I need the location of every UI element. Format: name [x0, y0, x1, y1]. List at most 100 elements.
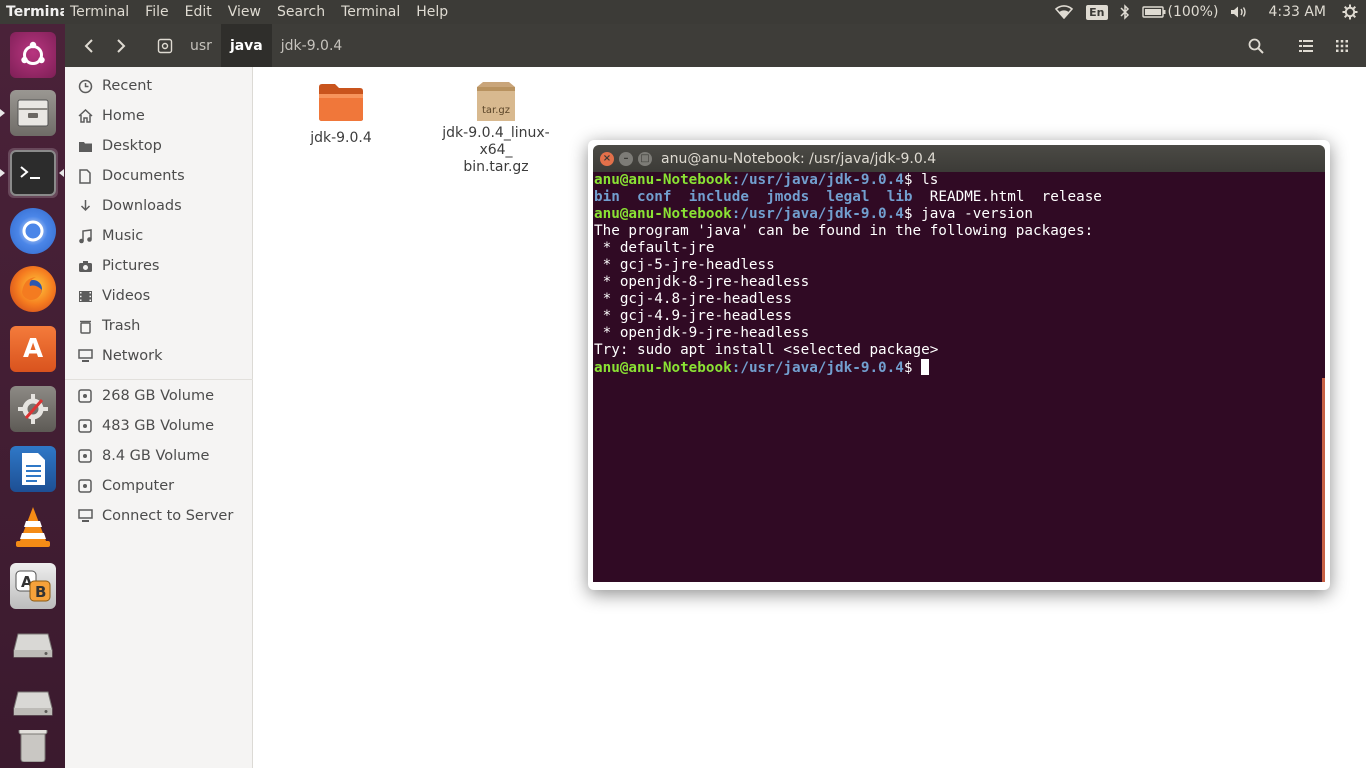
sidebar-item-label: 8.4 GB Volume [102, 448, 210, 464]
language-support-icon[interactable]: AB [8, 561, 58, 611]
prompt-sign: $ [903, 206, 922, 222]
minimize-icon: – [623, 152, 629, 164]
camera-icon [77, 258, 93, 274]
menu-search[interactable]: Search [269, 4, 333, 20]
sidebar-item-label: Connect to Server [102, 508, 234, 524]
sidebar-item-videos[interactable]: Videos [65, 281, 253, 311]
document-icon [77, 168, 93, 184]
terminal-titlebar[interactable]: × – □ anu@anu-Notebook: /usr/java/jdk-9.… [593, 145, 1325, 172]
sidebar-item-music[interactable]: Music [65, 221, 253, 251]
drive-icon[interactable] [8, 620, 58, 670]
gear-icon[interactable] [1336, 4, 1366, 20]
drive-icon [77, 478, 93, 494]
places-sidebar: Recent Home Desktop Documents Downloads … [65, 67, 253, 768]
system-settings-icon[interactable] [8, 384, 58, 434]
command-text: java -version [921, 206, 1034, 222]
prompt-sign: $ [903, 360, 922, 376]
search-button[interactable] [1238, 24, 1274, 67]
back-button[interactable] [73, 30, 105, 62]
sidebar-item-recent[interactable]: Recent [65, 71, 253, 101]
vlc-icon[interactable] [8, 502, 58, 552]
file-item-archive[interactable]: tar.gz jdk-9.0.4_linux-x64_ bin.tar.gz [426, 81, 566, 176]
film-icon [77, 288, 93, 304]
indicator-area: En (100%) 4:33 AM [1048, 0, 1366, 24]
terminal-output[interactable]: anu@anu-Notebook:/usr/java/jdk-9.0.4$ ls… [593, 172, 1325, 582]
prompt-sign: $ [903, 172, 922, 188]
sidebar-item-computer[interactable]: Computer [65, 471, 253, 501]
sidebar-item-8gb-volume[interactable]: 8.4 GB Volume [65, 441, 253, 471]
sidebar-item-label: Home [102, 108, 145, 124]
running-indicator [0, 109, 5, 117]
file-name: jdk-9.0.4 [310, 130, 372, 146]
trash-icon[interactable] [8, 730, 58, 768]
minimize-button[interactable]: – [619, 151, 633, 166]
grid-view-button[interactable] [1324, 24, 1360, 67]
libreoffice-writer-icon[interactable] [8, 444, 58, 494]
keyboard-language-indicator[interactable]: En [1080, 4, 1113, 20]
sidebar-item-483gb-volume[interactable]: 483 GB Volume [65, 411, 253, 441]
menu-view[interactable]: View [220, 4, 269, 20]
menu-file[interactable]: File [137, 4, 176, 20]
sidebar-item-documents[interactable]: Documents [65, 161, 253, 191]
search-icon [1248, 38, 1264, 54]
music-note-icon [77, 228, 93, 244]
forward-button[interactable] [105, 30, 137, 62]
close-icon: × [602, 152, 612, 164]
volume-icon[interactable] [1224, 5, 1256, 19]
menu-help[interactable]: Help [408, 4, 456, 20]
breadcrumb-java[interactable]: java [220, 24, 272, 67]
drive-icon [77, 448, 93, 464]
grid-view-icon [1336, 39, 1348, 52]
sidebar-item-connect-to-server[interactable]: Connect to Server [65, 501, 253, 531]
terminal-line: bin conf include jmods legal lib README.… [594, 189, 1325, 206]
language-label: En [1086, 4, 1108, 20]
top-panel: Terminal Terminal File Edit View Search … [0, 0, 1366, 24]
firefox-icon[interactable] [8, 264, 58, 314]
sidebar-item-home[interactable]: Home [65, 101, 253, 131]
menu-terminal[interactable]: Terminal [64, 4, 137, 20]
battery-indicator[interactable]: (100%) [1136, 4, 1225, 20]
file-item-folder[interactable]: jdk-9.0.4 [296, 81, 386, 147]
sidebar-item-label: Downloads [102, 198, 182, 214]
sidebar-item-label: 483 GB Volume [102, 418, 215, 434]
ubuntu-software-icon[interactable]: A [8, 324, 58, 374]
text-cursor [921, 359, 930, 375]
chevron-right-icon [117, 38, 126, 53]
prompt-user: anu@anu-Notebook [594, 206, 732, 222]
location-toggle-button[interactable] [149, 30, 181, 62]
server-icon [77, 508, 93, 524]
sidebar-item-268gb-volume[interactable]: 268 GB Volume [65, 381, 253, 411]
sidebar-item-trash[interactable]: Trash [65, 311, 253, 341]
clock[interactable]: 4:33 AM [1256, 4, 1336, 20]
dash-home-icon[interactable] [8, 30, 58, 80]
sidebar-item-label: 268 GB Volume [102, 388, 215, 404]
maximize-button[interactable]: □ [638, 151, 652, 166]
sidebar-item-label: Recent [102, 78, 153, 94]
breadcrumb-usr[interactable]: usr [181, 24, 221, 67]
chevron-left-icon [84, 38, 93, 53]
drive-icon[interactable] [8, 678, 58, 728]
menu-edit[interactable]: Edit [177, 4, 220, 20]
close-button[interactable]: × [600, 151, 614, 166]
terminal-app-icon[interactable] [8, 148, 58, 198]
drive-root-icon [157, 38, 173, 53]
window-resize-edge[interactable] [1322, 378, 1325, 582]
sidebar-item-downloads[interactable]: Downloads [65, 191, 253, 221]
sidebar-item-network[interactable]: Network [65, 341, 253, 371]
sidebar-item-pictures[interactable]: Pictures [65, 251, 253, 281]
chromium-icon[interactable] [8, 206, 58, 256]
breadcrumb-jdk[interactable]: jdk-9.0.4 [272, 24, 352, 67]
menu-terminal-2[interactable]: Terminal [333, 4, 408, 20]
prompt-path: :/usr/java/jdk-9.0.4 [731, 360, 904, 376]
maximize-icon: □ [640, 152, 650, 164]
output-line: * openjdk-9-jre-headless [594, 325, 810, 341]
ls-dir: conf [637, 189, 672, 205]
wifi-icon[interactable] [1048, 5, 1080, 19]
output-line: * gcj-4.8-jre-headless [594, 291, 792, 307]
bluetooth-icon[interactable] [1114, 4, 1136, 20]
sidebar-item-desktop[interactable]: Desktop [65, 131, 253, 161]
list-view-button[interactable] [1288, 24, 1324, 67]
folder-icon [319, 84, 363, 121]
battery-icon [1141, 6, 1165, 18]
files-icon[interactable] [8, 88, 58, 138]
